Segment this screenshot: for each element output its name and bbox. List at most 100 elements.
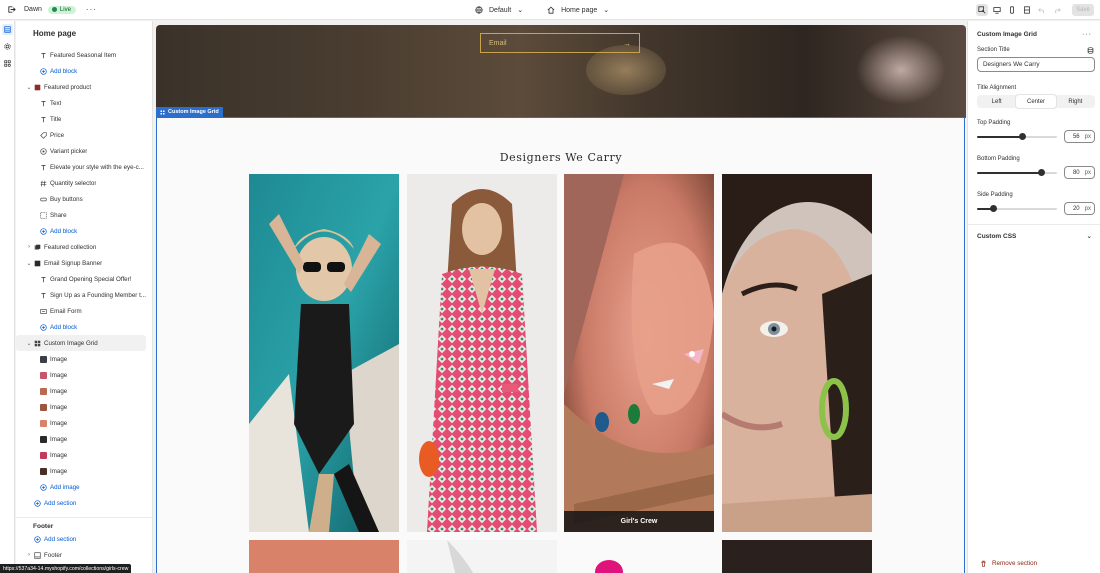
side-padding-slider[interactable]: [977, 204, 1057, 212]
storefront-preview[interactable]: Email → Custom Image Grid Designers We C…: [156, 25, 966, 573]
grid-image-4[interactable]: [722, 174, 872, 532]
section-item[interactable]: ⌄ Email Signup Banner: [16, 255, 152, 271]
grid-image-3[interactable]: Girl's Crew: [564, 174, 714, 532]
footer-group-heading: Footer: [16, 517, 152, 531]
block-item[interactable]: Image: [16, 431, 152, 447]
image-thumb-2: [40, 371, 47, 379]
add-item-button[interactable]: Add image: [16, 479, 152, 495]
block-item[interactable]: Variant picker: [16, 143, 152, 159]
chevron-down-icon[interactable]: ⌄: [24, 260, 34, 267]
email-signup-input[interactable]: Email →: [480, 33, 640, 53]
live-dot-icon: [51, 7, 57, 12]
block-item[interactable]: Featured Seasonal Item: [16, 47, 152, 63]
share-icon: [40, 211, 47, 219]
bottom-padding-input[interactable]: 80 px: [1064, 166, 1095, 179]
bottom-padding-slider[interactable]: [977, 168, 1057, 176]
theme-name[interactable]: Dawn: [24, 6, 42, 13]
chevron-right-icon[interactable]: ›: [24, 244, 34, 250]
image-thumb-4: [40, 403, 47, 411]
section-item[interactable]: ⌄ Featured product: [16, 79, 152, 95]
add-item-button[interactable]: Add block: [16, 223, 152, 239]
remove-section-label: Remove section: [992, 560, 1038, 567]
block-item[interactable]: Image: [16, 415, 152, 431]
remove-section-button[interactable]: Remove section: [980, 560, 1037, 567]
text-icon: [40, 276, 47, 283]
block-item[interactable]: Elevate your style with the eye-c...: [16, 159, 152, 175]
add-icon: [40, 483, 47, 491]
tree-item-label: Buy buttons: [50, 195, 83, 203]
trash-icon: [981, 560, 986, 567]
grid-image-1[interactable]: [249, 174, 399, 532]
block-item[interactable]: Image: [16, 399, 152, 415]
mobile-view-icon[interactable]: [1006, 4, 1018, 16]
align-center-option[interactable]: Center: [1016, 95, 1056, 108]
block-item[interactable]: Image: [16, 383, 152, 399]
custom-css-toggle[interactable]: Custom CSS ⌄: [968, 225, 1100, 241]
sections-icon[interactable]: [2, 24, 13, 35]
block-item[interactable]: Buy buttons: [16, 191, 152, 207]
chevron-down-icon[interactable]: ⌄: [24, 340, 34, 347]
align-right-option[interactable]: Right: [1056, 95, 1095, 108]
add-item-button[interactable]: Add block: [16, 319, 152, 335]
add-item-button[interactable]: Add block: [16, 63, 152, 79]
add-item-button[interactable]: Add section: [16, 531, 152, 547]
sections-sidebar: Home page Featured Seasonal Item Add bloc…: [16, 21, 153, 573]
apps-icon[interactable]: [2, 58, 13, 69]
save-button[interactable]: Save: [1072, 4, 1094, 16]
text-icon: [40, 292, 47, 299]
block-item[interactable]: Price: [16, 127, 152, 143]
block-item[interactable]: Grand Opening Special Offer!: [16, 271, 152, 287]
grid-image-7[interactable]: [564, 540, 714, 573]
side-padding-slider-handle[interactable]: [990, 204, 997, 212]
block-item[interactable]: Title: [16, 111, 152, 127]
block-item[interactable]: Share: [16, 207, 152, 223]
footer-tree: Add section › Footer: [16, 531, 152, 563]
grid-icon: [34, 340, 41, 347]
section-title-input[interactable]: Designers We Carry: [977, 57, 1095, 72]
block-item[interactable]: Email Form: [16, 303, 152, 319]
block-item[interactable]: Sign Up as a Founding Member t...: [16, 287, 152, 303]
grid-image-2[interactable]: [407, 174, 557, 532]
section-item[interactable]: › Featured collection: [16, 239, 152, 255]
template-dropdown[interactable]: Default ⌄: [475, 6, 523, 14]
title-alignment-segmented: Left Center Right: [977, 95, 1095, 108]
exit-icon[interactable]: [3, 2, 19, 18]
page-label: Home page: [561, 6, 598, 14]
chevron-down-icon[interactable]: ⌄: [24, 84, 34, 91]
page-dropdown[interactable]: Home page ⌄: [547, 6, 609, 14]
block-item[interactable]: Quantity selector: [16, 175, 152, 191]
redo-icon[interactable]: [1051, 4, 1063, 16]
block-item[interactable]: Image: [16, 351, 152, 367]
section-item[interactable]: › Footer: [16, 547, 152, 563]
fullscreen-view-icon[interactable]: [1021, 4, 1033, 16]
block-item[interactable]: Text: [16, 95, 152, 111]
top-padding-input[interactable]: 56 px: [1064, 130, 1095, 143]
section-item[interactable]: ⌄ Custom Image Grid: [16, 335, 146, 351]
top-padding-slider[interactable]: [977, 132, 1057, 140]
grid-image-8[interactable]: [722, 540, 872, 573]
align-left-option[interactable]: Left: [977, 95, 1016, 108]
image-thumb-5: [40, 419, 47, 427]
side-padding-input[interactable]: 20 px: [1064, 202, 1095, 215]
bottom-padding-slider-handle[interactable]: [1038, 168, 1045, 176]
variant-icon: [40, 147, 47, 155]
chevron-right-icon[interactable]: ›: [24, 552, 34, 558]
arrow-right-icon[interactable]: →: [623, 39, 631, 48]
undo-icon[interactable]: [1036, 4, 1048, 16]
theme-settings-gear-icon[interactable]: [2, 41, 13, 52]
tree-item-label: Sign Up as a Founding Member t...: [50, 291, 146, 299]
tree-item-label: Quantity selector: [50, 179, 97, 187]
add-item-button[interactable]: Add section: [16, 495, 152, 511]
inspector-toggle-icon[interactable]: [976, 4, 988, 16]
more-options-icon[interactable]: ···: [1082, 31, 1092, 38]
block-item[interactable]: Image: [16, 367, 152, 383]
desktop-view-icon[interactable]: [991, 4, 1003, 16]
top-padding-slider-handle[interactable]: [1018, 132, 1026, 140]
grid-image-6[interactable]: [407, 540, 557, 573]
block-item[interactable]: Image: [16, 463, 152, 479]
grid-image-5[interactable]: [249, 540, 399, 573]
settings-header: Custom Image Grid ···: [968, 21, 1100, 41]
more-actions-icon[interactable]: ···: [86, 5, 97, 14]
dynamic-source-icon[interactable]: [1087, 47, 1094, 54]
block-item[interactable]: Image: [16, 447, 152, 463]
